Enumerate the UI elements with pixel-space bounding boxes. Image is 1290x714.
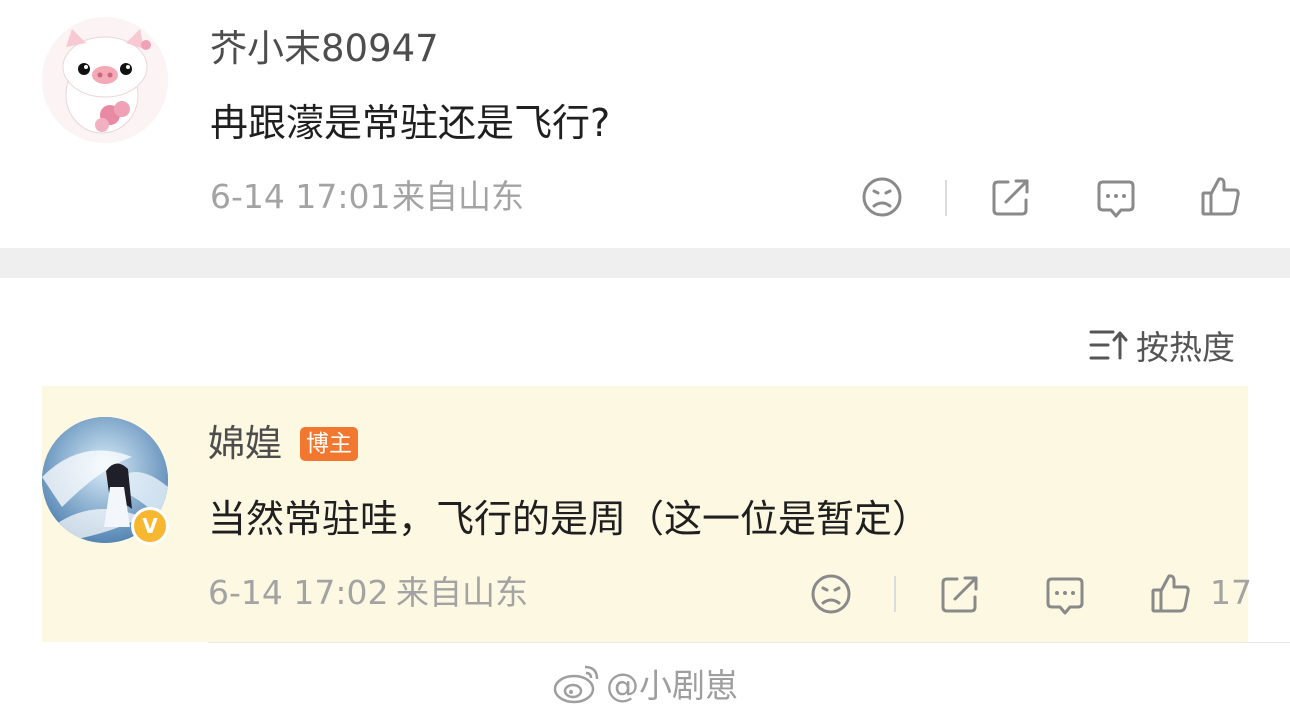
sort-label: 按热度 <box>1136 328 1235 367</box>
sort-by-hot-button[interactable]: 按热度 <box>1088 325 1235 367</box>
section-separator <box>0 248 1290 278</box>
weibo-icon <box>553 665 599 704</box>
comment-username[interactable]: 芥小末80947 <box>210 30 439 67</box>
avatar[interactable] <box>42 17 168 143</box>
reply-button[interactable] <box>1044 575 1086 617</box>
bottom-divider <box>208 642 1290 643</box>
reply-button[interactable] <box>1095 178 1137 220</box>
sad-face-icon <box>862 177 902 217</box>
comment-location: 来自山东 <box>396 573 528 612</box>
share-button[interactable] <box>939 573 981 615</box>
comment-username[interactable]: 婂媓 <box>208 425 282 462</box>
comment-time: 6-14 17:02 <box>208 573 389 612</box>
comment-bubble-icon <box>1097 180 1135 218</box>
comment-text: 当然常驻哇，飞行的是周（这一位是暂定） <box>208 497 931 541</box>
share-icon <box>941 576 978 613</box>
action-divider <box>945 180 947 216</box>
like-button[interactable] <box>1150 572 1192 614</box>
share-button[interactable] <box>990 176 1032 218</box>
comment-text: 冉跟濛是常驻还是飞行? <box>210 101 611 145</box>
action-divider <box>894 576 896 612</box>
sort-icon <box>1089 330 1128 360</box>
thumbs-up-icon <box>1151 574 1190 613</box>
sad-face-icon <box>811 574 851 614</box>
dislike-button[interactable] <box>861 176 903 218</box>
dislike-button[interactable] <box>810 573 852 615</box>
verified-badge: V <box>131 507 169 545</box>
comment-time: 6-14 17:01 <box>210 177 391 216</box>
thumbs-up-icon <box>1201 177 1240 216</box>
blogger-badge: 博主 <box>300 427 358 461</box>
share-icon <box>992 179 1029 216</box>
like-count: 17 <box>1210 573 1252 612</box>
watermark: @小剧崽 <box>552 660 738 706</box>
comment-bubble-icon <box>1046 577 1084 615</box>
pig-cartoon-avatar-icon <box>42 17 168 143</box>
watermark-text: @小剧崽 <box>606 666 738 705</box>
comment-location: 来自山东 <box>392 177 524 216</box>
like-button[interactable] <box>1200 175 1242 217</box>
